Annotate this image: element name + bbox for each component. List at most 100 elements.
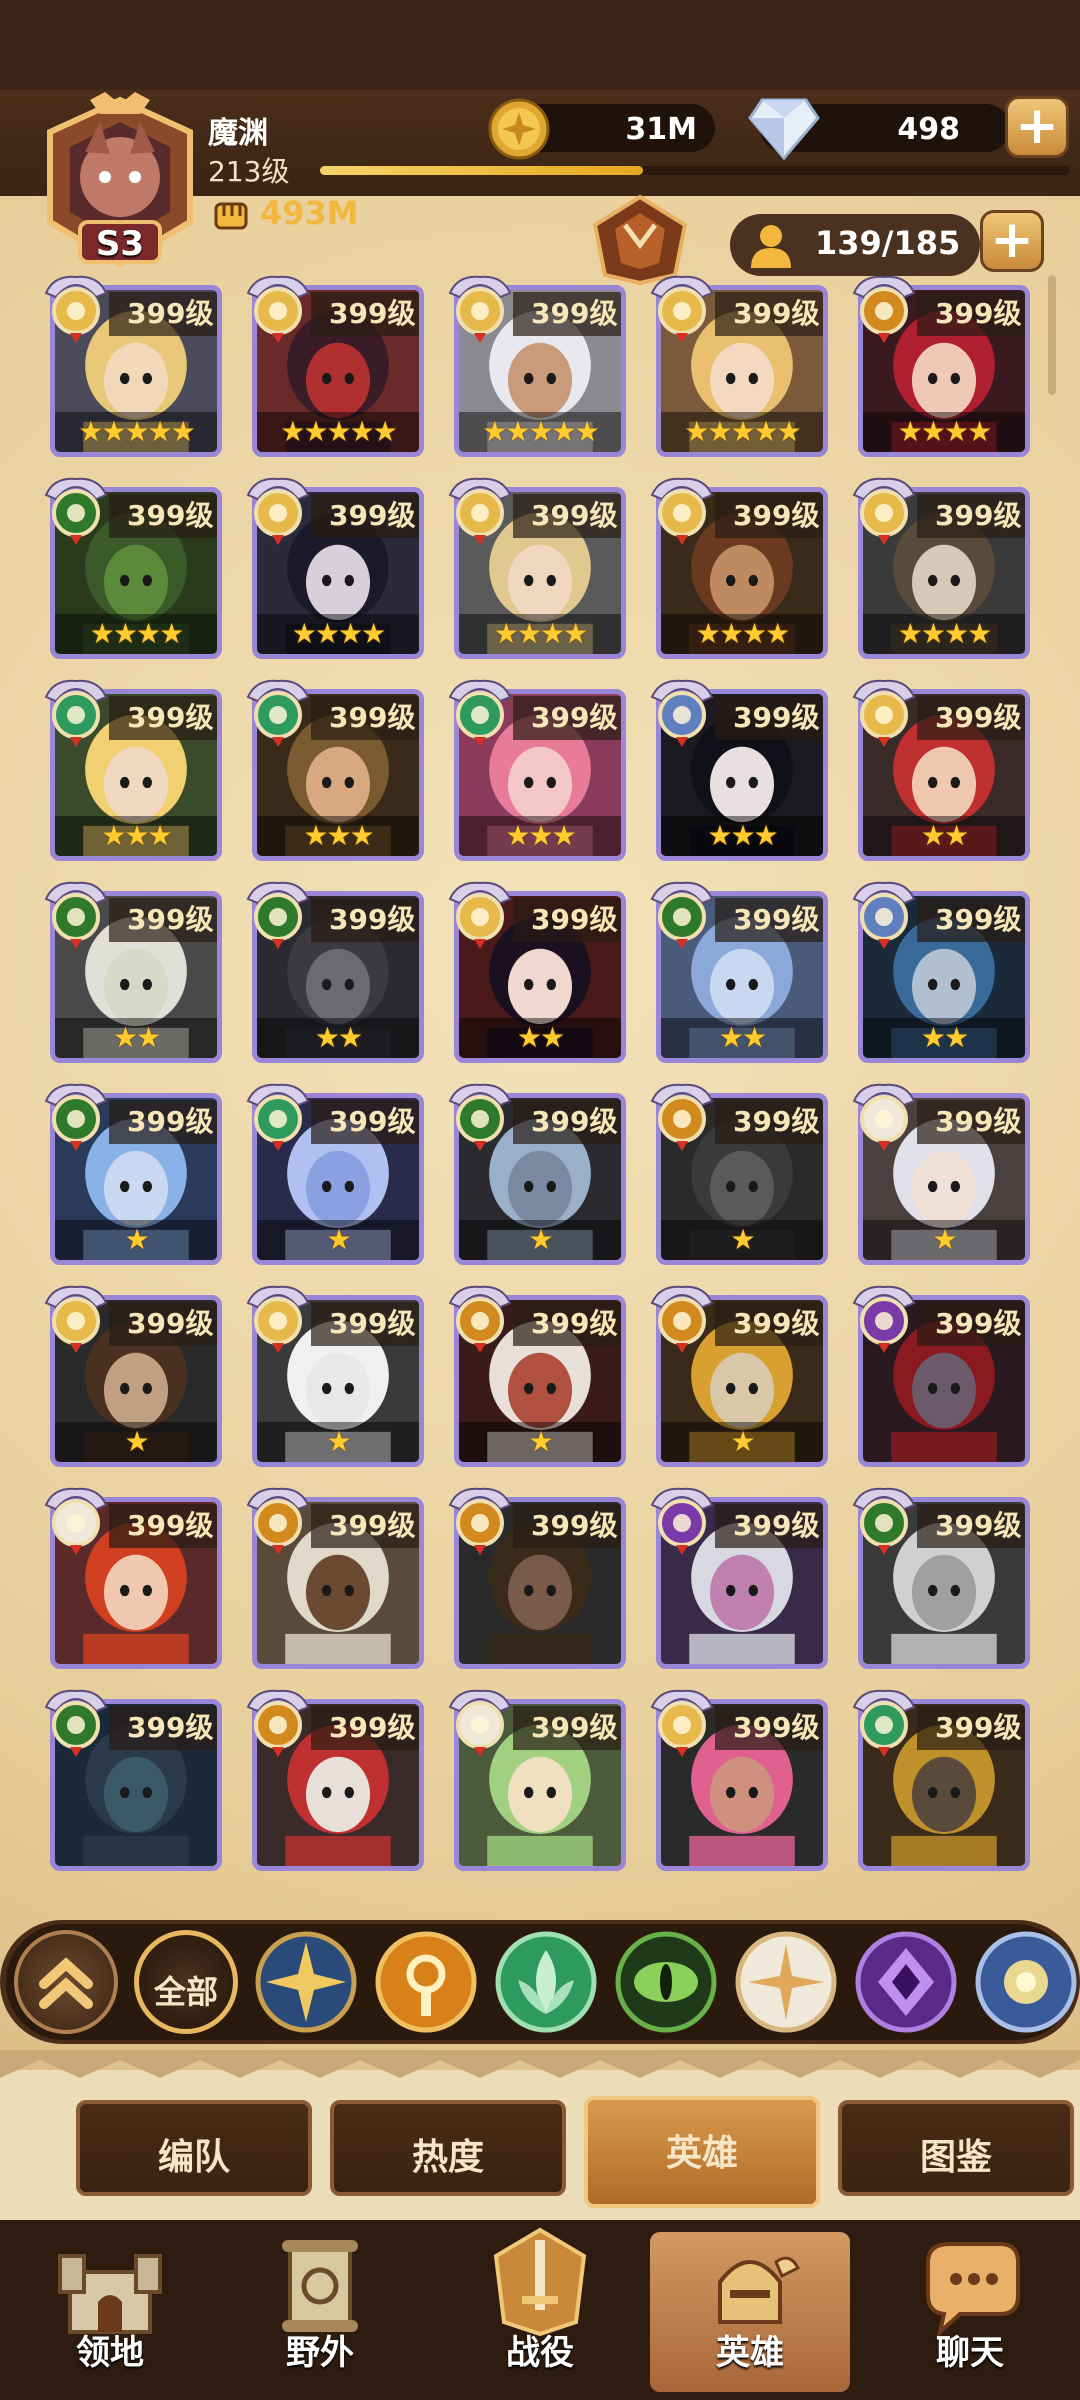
hero-level: 399级 (311, 494, 419, 538)
hero-card[interactable]: ★ 399级 (448, 1285, 626, 1467)
mauler-faction-icon (246, 1083, 310, 1151)
hero-card[interactable]: 399级 (852, 1487, 1030, 1669)
wilder-faction-icon (650, 881, 714, 949)
hero-stars: ★ (124, 1223, 149, 1256)
hero-card[interactable]: ★★★★★ 399级 (448, 275, 626, 457)
filter-lightbearer-button[interactable] (254, 1930, 358, 2034)
hero-card[interactable]: ★★★ 399级 (44, 679, 222, 861)
hero-card[interactable]: 399级 (650, 1487, 828, 1669)
hero-card[interactable]: ★★★★★ 399级 (650, 275, 828, 457)
nav-chat[interactable]: 聊天 (870, 2232, 1070, 2392)
tab-collection[interactable]: 图鉴 (838, 2100, 1074, 2196)
hero-level: 399级 (513, 898, 621, 942)
tab-heroes[interactable]: 英雄 (584, 2096, 820, 2208)
hero-card[interactable]: 399级 (448, 1689, 626, 1871)
scrollbar[interactable] (1048, 275, 1056, 395)
panel-edge-divider (0, 2050, 1080, 2078)
hero-card[interactable]: 399级 (44, 1487, 222, 1669)
hero-emblem-icon (592, 195, 688, 285)
hero-card[interactable]: 399级 (448, 1487, 626, 1669)
hero-card[interactable]: 399级 (246, 1487, 424, 1669)
add-diamonds-button[interactable]: + (1005, 96, 1069, 158)
chevron-up-icon (39, 1957, 93, 2009)
hero-card[interactable]: ★★ 399级 (852, 881, 1030, 1063)
hero-card[interactable]: ★★ 399级 (44, 881, 222, 1063)
tab-formation[interactable]: 编队 (76, 2100, 312, 2196)
hero-card[interactable]: 399级 (852, 1689, 1030, 1871)
hero-card[interactable]: ★★ 399级 (246, 881, 424, 1063)
hero-level: 399级 (715, 494, 823, 538)
hero-card[interactable]: ★★★★ 399级 (246, 477, 424, 659)
hero-card[interactable]: 399级 (44, 1689, 222, 1871)
hero-stars: ★ (932, 1223, 957, 1256)
wilder-faction-icon (448, 1083, 512, 1151)
hero-card[interactable]: ★★ 399级 (852, 679, 1030, 861)
campaign-sword-icon (493, 2227, 587, 2336)
hero-card[interactable]: ★★★ 399级 (448, 679, 626, 861)
nav-heroes[interactable]: 英雄 (650, 2232, 850, 2392)
hero-card[interactable]: 399级 (852, 1285, 1030, 1467)
hero-card[interactable]: ★★★★★ 399级 (44, 275, 222, 457)
collapse-filter-button[interactable] (14, 1930, 118, 2034)
hero-card[interactable]: ★★★★ 399级 (852, 477, 1030, 659)
hypogean-faction-icon (852, 1285, 916, 1353)
expand-hero-slots-button[interactable]: + (980, 210, 1044, 272)
hero-level: 399级 (109, 494, 217, 538)
hero-level: 399级 (917, 696, 1025, 740)
filter-mauler-button[interactable] (494, 1930, 598, 2034)
hero-stars: ★★★★★ (482, 415, 600, 448)
hero-card[interactable]: ★ 399级 (650, 1285, 828, 1467)
lightbearer-faction-icon (246, 1285, 310, 1353)
filter-hypogean-button[interactable] (854, 1930, 958, 2034)
hero-card[interactable]: ★ 399级 (44, 1285, 222, 1467)
hero-card[interactable]: 399级 (246, 1689, 424, 1871)
filter-celestial-button[interactable] (734, 1930, 838, 2034)
hero-card[interactable]: ★ 399级 (650, 1083, 828, 1265)
hero-card[interactable]: ★★★★★ 399级 (246, 275, 424, 457)
hero-level: 399级 (109, 1100, 217, 1144)
hero-card[interactable]: ★ 399级 (448, 1083, 626, 1265)
hero-level: 399级 (311, 1706, 419, 1750)
hero-card[interactable]: ★★ 399级 (650, 881, 828, 1063)
celestial-faction-icon (44, 1487, 108, 1555)
hero-card[interactable]: ★★★★ 399级 (650, 477, 828, 659)
hero-card[interactable]: ★ 399级 (44, 1083, 222, 1265)
celestial-faction-icon (448, 1689, 512, 1757)
hero-level: 399级 (917, 1706, 1025, 1750)
filter-dimensional-button[interactable] (974, 1930, 1078, 2034)
filter-graveborn-button[interactable] (374, 1930, 478, 2034)
nav-territory[interactable]: 领地 (10, 2232, 210, 2392)
hero-card[interactable]: ★★★ 399级 (650, 679, 828, 861)
hero-level: 399级 (513, 1706, 621, 1750)
player-name: 魔渊 (208, 116, 268, 151)
mauler-faction-icon (852, 1689, 916, 1757)
hero-card[interactable]: ★ 399级 (852, 1083, 1030, 1265)
hero-card[interactable]: 399级 (650, 1689, 828, 1871)
hero-card[interactable]: ★★★★ 399级 (44, 477, 222, 659)
hero-stars: ★★★ (101, 819, 172, 852)
filter-wilder-button[interactable] (614, 1930, 718, 2034)
wilder-faction-icon (246, 881, 310, 949)
dimensional-icon (975, 1931, 1077, 2033)
mauler-faction-icon (246, 679, 310, 747)
celestial-faction-icon (852, 1083, 916, 1151)
hero-level: 399级 (109, 292, 217, 336)
hero-card[interactable]: ★★★★ 399级 (852, 275, 1030, 457)
tab-popularity[interactable]: 热度 (330, 2100, 566, 2196)
dimensional-faction-icon (650, 679, 714, 747)
hero-level: 399级 (917, 1302, 1025, 1346)
gold-value: 31M (625, 112, 697, 147)
nav-wilderness[interactable]: 野外 (220, 2232, 420, 2392)
hero-card[interactable]: ★★ 399级 (448, 881, 626, 1063)
hero-stars: ★★ (112, 1021, 161, 1054)
lightbearer-faction-icon (852, 679, 916, 747)
status-bar (0, 0, 1080, 90)
nav-campaign[interactable]: 战役 (440, 2220, 640, 2392)
hero-card[interactable]: ★★★★ 399级 (448, 477, 626, 659)
hero-card[interactable]: ★ 399级 (246, 1083, 424, 1265)
hero-card[interactable]: ★★★ 399级 (246, 679, 424, 861)
hero-stars: ★★★★★ (280, 415, 398, 448)
filter-all-button[interactable]: 全部 (134, 1930, 238, 2034)
hero-card[interactable]: ★ 399级 (246, 1285, 424, 1467)
hero-level: 399级 (311, 1302, 419, 1346)
